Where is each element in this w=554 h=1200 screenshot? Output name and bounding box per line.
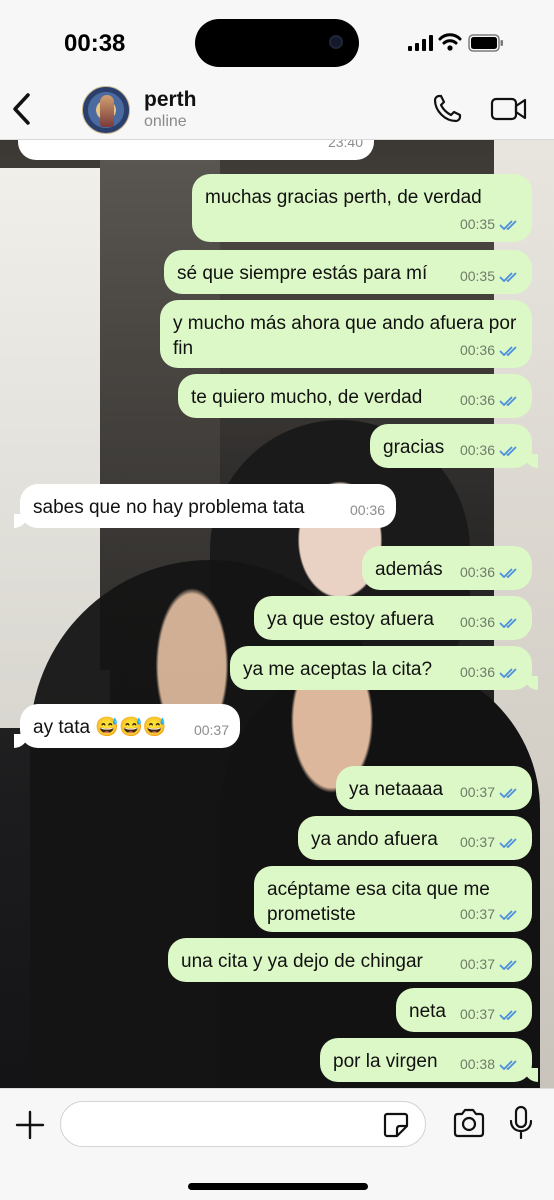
message-outgoing[interactable]: y mucho más ahora que ando afuera por fi… [160,300,532,368]
message-incoming[interactable]: sabes que no hay problema tata 00:36 [14,484,396,528]
message-outgoing[interactable]: sé que siempre estás para mí 00:35 [164,250,532,294]
contact-name[interactable]: perth [144,88,197,112]
read-ticks-icon [499,959,517,970]
video-call-icon[interactable] [490,96,528,122]
phone-icon[interactable] [432,94,464,124]
cellular-signal-icon [408,35,433,51]
read-ticks-icon [499,567,517,578]
status-time: 00:38 [64,30,126,57]
message-time: 00:37 [459,834,495,850]
read-ticks-icon [499,395,517,406]
read-ticks-icon [499,345,517,356]
read-ticks-icon [499,445,517,456]
message-time: 00:36 [459,342,495,358]
dynamic-island [195,19,359,67]
message-time: 00:37 [193,722,229,738]
composer-bar [0,1088,554,1200]
message-input[interactable] [60,1101,426,1147]
read-ticks-icon [499,1009,517,1020]
battery-icon [468,34,503,52]
message-time: 00:35 [459,216,495,232]
message-outgoing[interactable]: acéptame esa cita que me prometiste 00:3… [254,866,532,932]
message-time: 00:36 [459,614,495,630]
read-ticks-icon [499,837,517,848]
message-outgoing[interactable]: muchas gracias perth, de verdad 00:35 [192,174,532,242]
message-outgoing[interactable]: ya netaaaa 00:37 [336,766,532,810]
message-time: 00:37 [459,1006,495,1022]
wifi-icon [438,33,462,51]
message-outgoing[interactable]: ya ando afuera 00:37 [298,816,532,860]
message-time: 00:38 [459,1056,495,1072]
message-time: 00:36 [459,392,495,408]
read-ticks-icon [499,617,517,628]
message-time: 00:35 [459,268,495,284]
message-time: 23:40 [327,140,363,150]
message-outgoing[interactable]: una cita y ya dejo de chingar 00:37 [168,938,532,982]
message-outgoing[interactable]: te quiero mucho, de verdad 00:36 [178,374,532,418]
read-ticks-icon [499,219,517,230]
read-ticks-icon [499,667,517,678]
read-ticks-icon [499,1059,517,1070]
message-time: 00:36 [459,664,495,680]
message-outgoing[interactable]: neta 00:37 [396,988,532,1032]
message-outgoing[interactable]: gracias 00:36 [370,424,538,468]
message-time: 00:36 [459,442,495,458]
message-time: 00:36 [459,564,495,580]
sticker-icon[interactable] [382,1111,410,1139]
message-outgoing[interactable]: además 00:36 [362,546,532,590]
message-incoming[interactable]: ay tata 😅😅😅 00:37 [14,704,240,748]
contact-avatar[interactable] [82,86,130,134]
microphone-icon[interactable] [508,1105,534,1141]
message-outgoing[interactable]: ya que estoy afuera 00:36 [254,596,532,640]
message-time: 00:37 [459,784,495,800]
message-time: 00:37 [459,906,495,922]
message-outgoing[interactable]: por la virgen 00:38 [320,1038,538,1082]
message-outgoing[interactable]: ya me aceptas la cita? 00:36 [230,646,538,690]
home-indicator[interactable] [188,1183,368,1190]
contact-status: online [144,113,187,130]
message-time: 00:37 [459,956,495,972]
message-time: 00:36 [349,502,385,518]
camera-icon[interactable] [452,1108,486,1138]
plus-icon[interactable] [14,1109,46,1141]
message-incoming[interactable]: ardora 23:40 [18,140,374,160]
back-chevron-icon[interactable] [10,92,34,126]
read-ticks-icon [499,271,517,282]
top-bar: 00:38 perth online [0,0,554,140]
read-ticks-icon [499,787,517,798]
read-ticks-icon [499,909,517,920]
chat-area[interactable]: ardora 23:40 muchas gracias perth, de ve… [0,140,554,1088]
